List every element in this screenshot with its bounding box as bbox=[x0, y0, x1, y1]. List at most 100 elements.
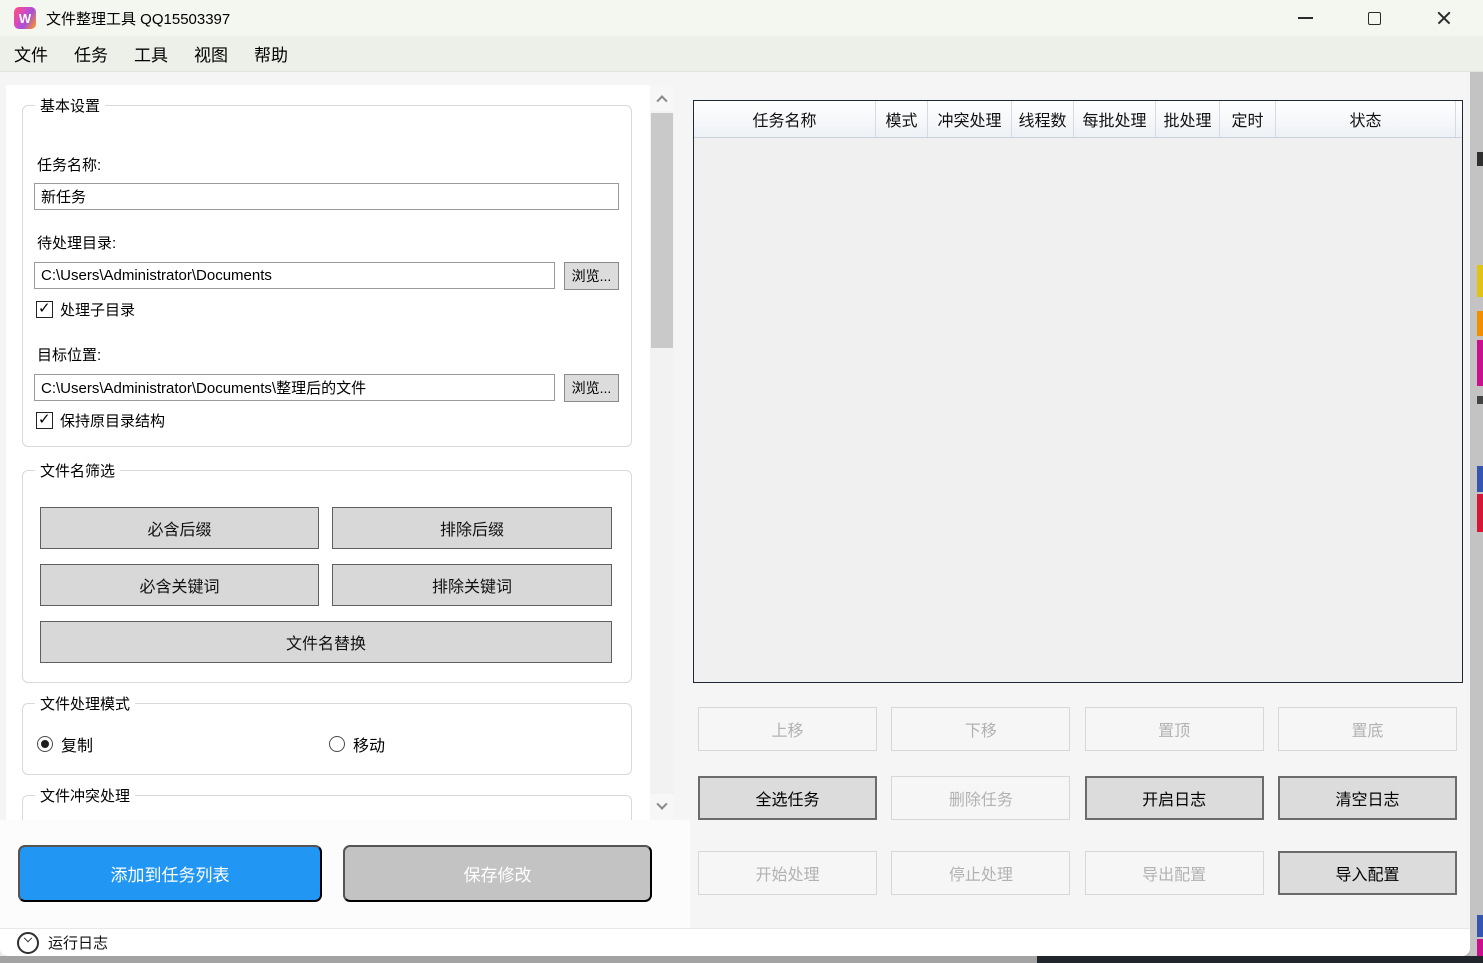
scrollbar-up-button[interactable] bbox=[650, 85, 674, 111]
task-table-header: 任务名称 模式 冲突处理 线程数 每批处理 批处理 定时 状态 bbox=[694, 101, 1462, 138]
settings-scrollbar[interactable] bbox=[650, 85, 674, 820]
stop-processing-button[interactable]: 停止处理 bbox=[891, 851, 1070, 895]
menu-bar: 文件 任务 工具 视图 帮助 bbox=[0, 36, 1483, 72]
maximize-icon bbox=[1368, 12, 1381, 25]
process-mode-group: 文件处理模式 复制 移动 bbox=[22, 703, 632, 775]
column-mode[interactable]: 模式 bbox=[876, 101, 928, 137]
minimize-button[interactable] bbox=[1271, 0, 1340, 36]
mode-copy-option[interactable]: 复制 bbox=[37, 732, 93, 756]
basic-settings-group-title: 基本设置 bbox=[35, 95, 105, 116]
task-actions-row-3: 开始处理 停止处理 导出配置 导入配置 bbox=[698, 851, 1457, 895]
menu-tools[interactable]: 工具 bbox=[134, 41, 168, 66]
filename-filter-group-title: 文件名筛选 bbox=[35, 460, 120, 481]
task-name-input[interactable] bbox=[34, 183, 619, 210]
log-expand-button[interactable] bbox=[17, 932, 39, 954]
column-batch[interactable]: 批处理 bbox=[1156, 101, 1220, 137]
process-subdir-checkbox[interactable] bbox=[36, 301, 53, 318]
source-dir-input[interactable] bbox=[34, 262, 555, 289]
task-name-label: 任务名称: bbox=[37, 154, 101, 175]
task-list-table: 任务名称 模式 冲突处理 线程数 每批处理 批处理 定时 状态 bbox=[693, 100, 1463, 683]
move-radio[interactable] bbox=[329, 736, 345, 752]
exclude-keyword-button[interactable]: 排除关键词 bbox=[332, 564, 612, 606]
column-threads[interactable]: 线程数 bbox=[1012, 101, 1074, 137]
menu-help[interactable]: 帮助 bbox=[254, 41, 288, 66]
exclude-suffix-button[interactable]: 排除后缀 bbox=[332, 507, 612, 549]
process-mode-group-title: 文件处理模式 bbox=[35, 693, 135, 714]
target-browse-button[interactable]: 浏览... bbox=[564, 374, 619, 402]
scrollbar-down-button[interactable] bbox=[650, 794, 674, 820]
filename-replace-button[interactable]: 文件名替换 bbox=[40, 621, 612, 663]
basic-settings-group: 基本设置 任务名称: 待处理目录: 浏览... 处理子目录 目标位置: 浏览..… bbox=[22, 105, 632, 447]
require-suffix-button[interactable]: 必含后缀 bbox=[40, 507, 319, 549]
save-changes-button[interactable]: 保存修改 bbox=[343, 845, 652, 902]
app-icon: W bbox=[14, 7, 36, 29]
clear-log-button[interactable]: 清空日志 bbox=[1278, 776, 1457, 820]
mode-move-option[interactable]: 移动 bbox=[329, 732, 385, 756]
keep-structure-checkbox[interactable] bbox=[36, 412, 53, 429]
background-fragment bbox=[1477, 915, 1483, 937]
menu-file[interactable]: 文件 bbox=[14, 41, 48, 66]
chevron-down-icon bbox=[24, 933, 32, 941]
target-dir-input[interactable] bbox=[34, 374, 555, 401]
close-button[interactable] bbox=[1409, 0, 1478, 36]
select-all-tasks-button[interactable]: 全选任务 bbox=[698, 776, 877, 820]
menu-view[interactable]: 视图 bbox=[194, 41, 228, 66]
target-dir-label: 目标位置: bbox=[37, 344, 101, 365]
move-top-button[interactable]: 置顶 bbox=[1085, 707, 1264, 751]
task-actions-row-2: 全选任务 删除任务 开启日志 清空日志 bbox=[698, 776, 1457, 820]
move-radio-label: 移动 bbox=[353, 732, 385, 756]
task-table-body[interactable] bbox=[694, 138, 1462, 682]
export-config-button[interactable]: 导出配置 bbox=[1085, 851, 1264, 895]
scrollbar-thumb[interactable] bbox=[651, 113, 673, 348]
column-task-name[interactable]: 任务名称 bbox=[694, 101, 876, 137]
run-log-label: 运行日志 bbox=[48, 932, 108, 953]
move-down-button[interactable]: 下移 bbox=[891, 707, 1070, 751]
title-bar: W 文件整理工具 QQ15503397 bbox=[0, 0, 1483, 36]
start-processing-button[interactable]: 开始处理 bbox=[698, 851, 877, 895]
background-fragment bbox=[1477, 265, 1483, 297]
background-fragment bbox=[1477, 340, 1483, 386]
move-bottom-button[interactable]: 置底 bbox=[1278, 707, 1457, 751]
process-subdir-label: 处理子目录 bbox=[60, 299, 135, 320]
window-body: 基本设置 任务名称: 待处理目录: 浏览... 处理子目录 目标位置: 浏览..… bbox=[0, 72, 1470, 956]
conflict-group: 文件冲突处理 bbox=[22, 795, 632, 820]
background-fragment bbox=[1477, 152, 1483, 166]
source-dir-label: 待处理目录: bbox=[37, 232, 116, 253]
maximize-button[interactable] bbox=[1340, 0, 1409, 36]
screen-bottom-strip-dark bbox=[1037, 956, 1483, 963]
menu-task[interactable]: 任务 bbox=[74, 41, 108, 66]
conflict-group-title: 文件冲突处理 bbox=[35, 785, 135, 806]
window-controls bbox=[1271, 0, 1478, 36]
source-browse-button[interactable]: 浏览... bbox=[564, 262, 619, 290]
task-actions-row-1: 上移 下移 置顶 置底 bbox=[698, 707, 1457, 751]
require-keyword-button[interactable]: 必含关键词 bbox=[40, 564, 319, 606]
column-stub bbox=[1456, 101, 1462, 137]
close-icon bbox=[1436, 10, 1452, 26]
column-conflict[interactable]: 冲突处理 bbox=[928, 101, 1012, 137]
subdir-check-row: 处理子目录 bbox=[36, 299, 135, 320]
enable-log-button[interactable]: 开启日志 bbox=[1085, 776, 1264, 820]
import-config-button[interactable]: 导入配置 bbox=[1278, 851, 1457, 895]
background-window-right-edge bbox=[1470, 72, 1483, 956]
column-status[interactable]: 状态 bbox=[1276, 101, 1456, 137]
copy-radio-label: 复制 bbox=[61, 732, 93, 756]
settings-footer: 添加到任务列表 保存修改 bbox=[0, 820, 690, 928]
background-fragment bbox=[1477, 311, 1483, 336]
filename-filter-group: 文件名筛选 必含后缀 排除后缀 必含关键词 排除关键词 文件名替换 bbox=[22, 470, 632, 683]
screen-bottom-strip bbox=[0, 956, 1483, 963]
move-up-button[interactable]: 上移 bbox=[698, 707, 877, 751]
run-log-bar[interactable]: 运行日志 bbox=[0, 928, 1470, 956]
add-to-task-list-button[interactable]: 添加到任务列表 bbox=[18, 845, 322, 902]
desktop-screen: W 文件整理工具 QQ15503397 文件 任务 工具 视图 帮助 基本设置 … bbox=[0, 0, 1483, 963]
chevron-down-icon bbox=[656, 799, 667, 810]
copy-radio[interactable] bbox=[37, 736, 53, 752]
keep-structure-label: 保持原目录结构 bbox=[60, 410, 165, 431]
background-fragment bbox=[1477, 494, 1483, 532]
keep-structure-check-row: 保持原目录结构 bbox=[36, 410, 165, 431]
window-title: 文件整理工具 QQ15503397 bbox=[46, 8, 230, 29]
background-fragment bbox=[1477, 396, 1483, 404]
column-schedule[interactable]: 定时 bbox=[1220, 101, 1276, 137]
column-per-batch[interactable]: 每批处理 bbox=[1074, 101, 1156, 137]
delete-task-button[interactable]: 删除任务 bbox=[891, 776, 1070, 820]
background-fragment bbox=[1477, 466, 1483, 492]
